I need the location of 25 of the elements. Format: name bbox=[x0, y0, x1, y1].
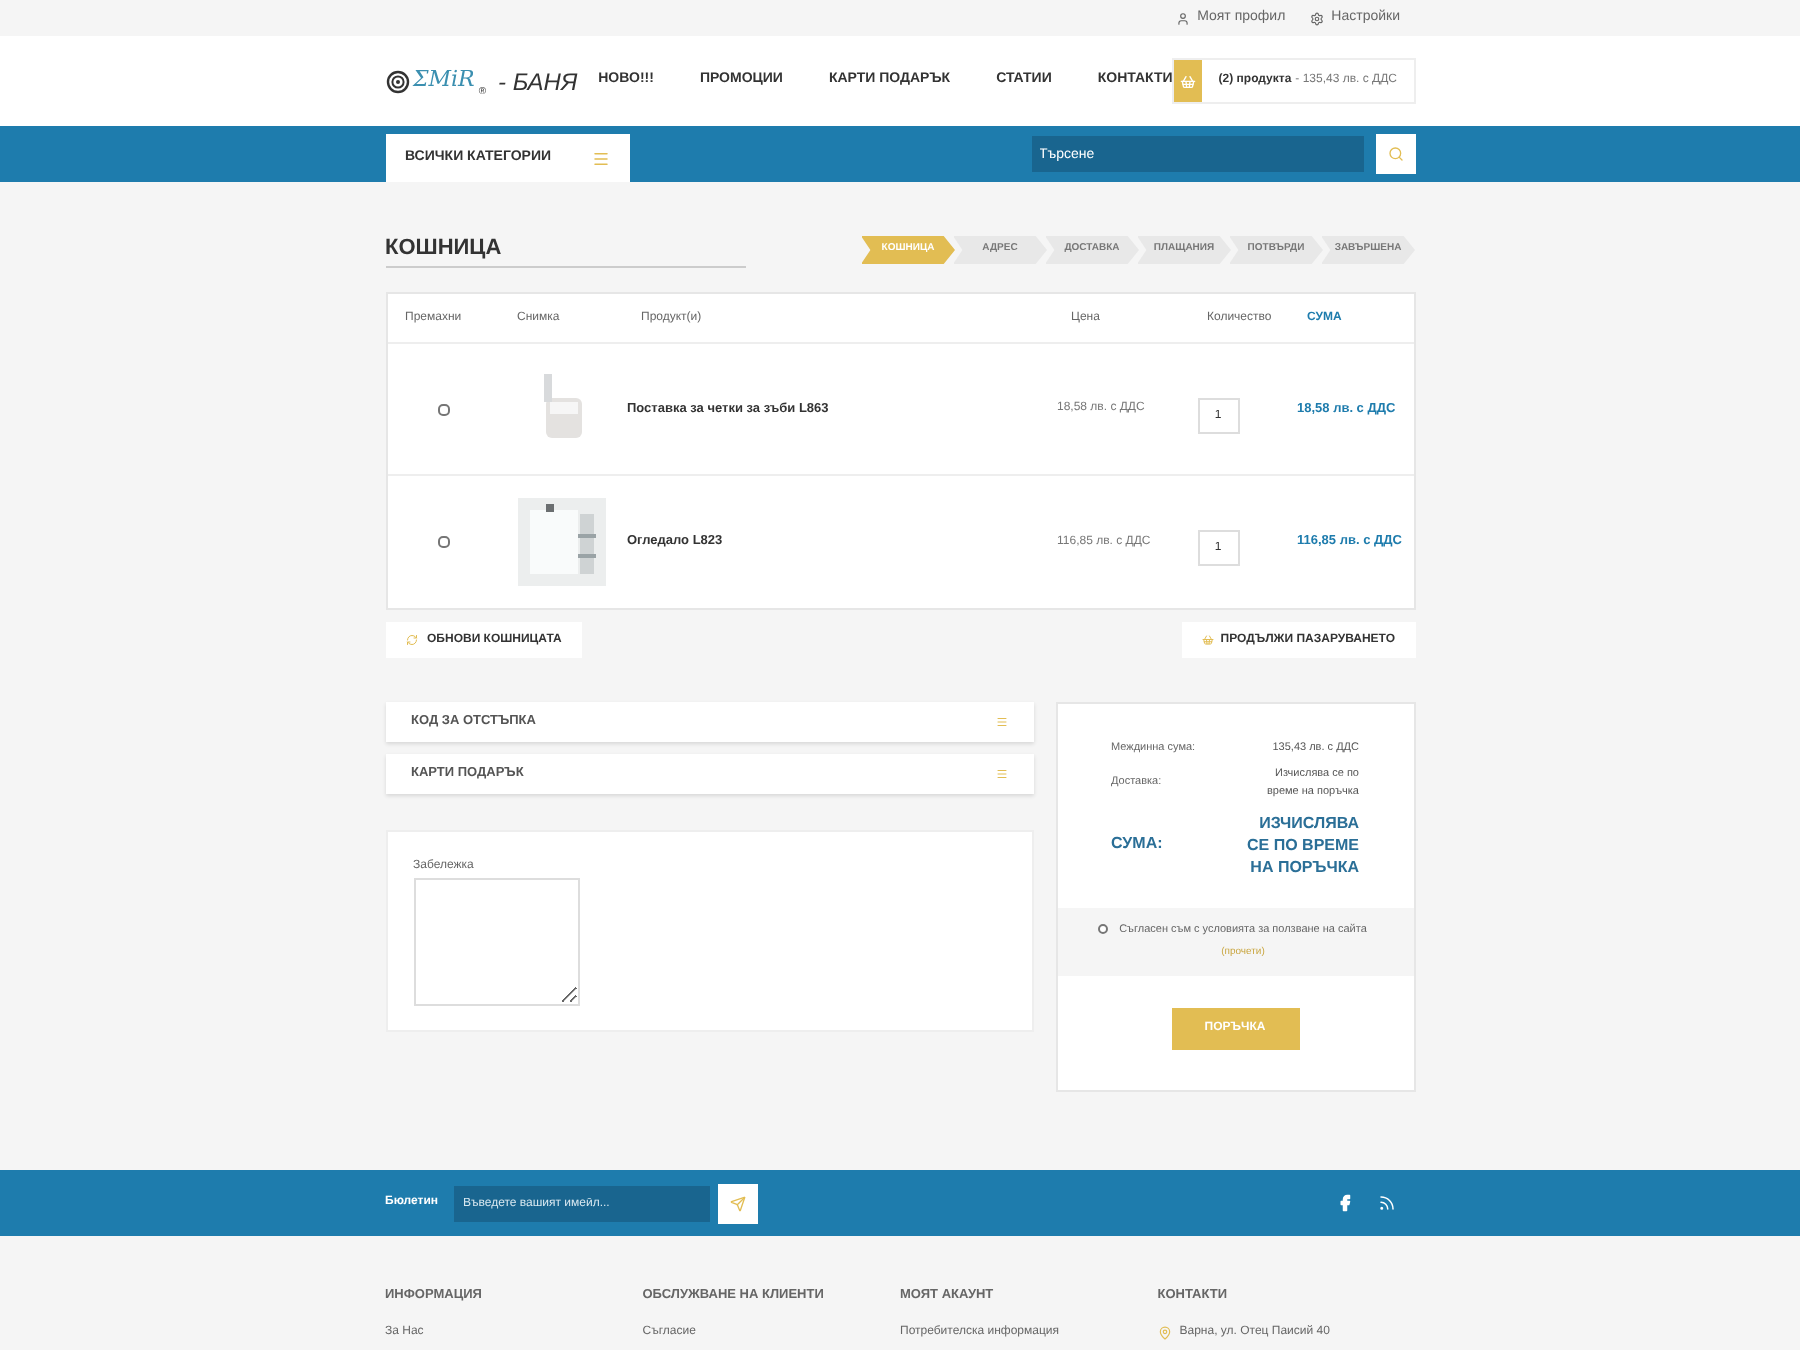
send-icon bbox=[729, 1195, 745, 1211]
search-icon bbox=[1387, 146, 1403, 162]
facebook-icon[interactable] bbox=[1335, 1194, 1353, 1212]
basket-icon bbox=[1202, 634, 1215, 646]
rss-icon[interactable] bbox=[1377, 1194, 1395, 1212]
remove-checkbox[interactable] bbox=[437, 403, 449, 415]
search-button[interactable] bbox=[1375, 134, 1415, 174]
menu-icon bbox=[591, 149, 609, 167]
location-icon bbox=[1157, 1326, 1172, 1340]
terms-checkbox[interactable] bbox=[1097, 923, 1107, 934]
total-label: СУМА: bbox=[1111, 832, 1163, 857]
total-value: ИЗЧИСЛЯВА СЕ ПО ВРЕМЕ НА ПОРЪЧКА bbox=[1245, 811, 1359, 878]
page-title: КОШНИЦА bbox=[385, 231, 745, 269]
note-field[interactable] bbox=[413, 878, 579, 1006]
logo-mark: ΣMiR bbox=[413, 64, 475, 97]
user-icon bbox=[1175, 11, 1190, 25]
logo-icon bbox=[385, 69, 409, 93]
remove-checkbox[interactable] bbox=[437, 536, 449, 548]
menu-icon bbox=[995, 716, 1007, 728]
settings-icon bbox=[1309, 11, 1324, 25]
refresh-icon bbox=[405, 634, 417, 646]
menu-icon bbox=[995, 768, 1007, 780]
basket-icon bbox=[1180, 73, 1197, 89]
logo-title: - БАНЯ bbox=[498, 65, 578, 99]
subscribe-button[interactable] bbox=[717, 1183, 757, 1223]
